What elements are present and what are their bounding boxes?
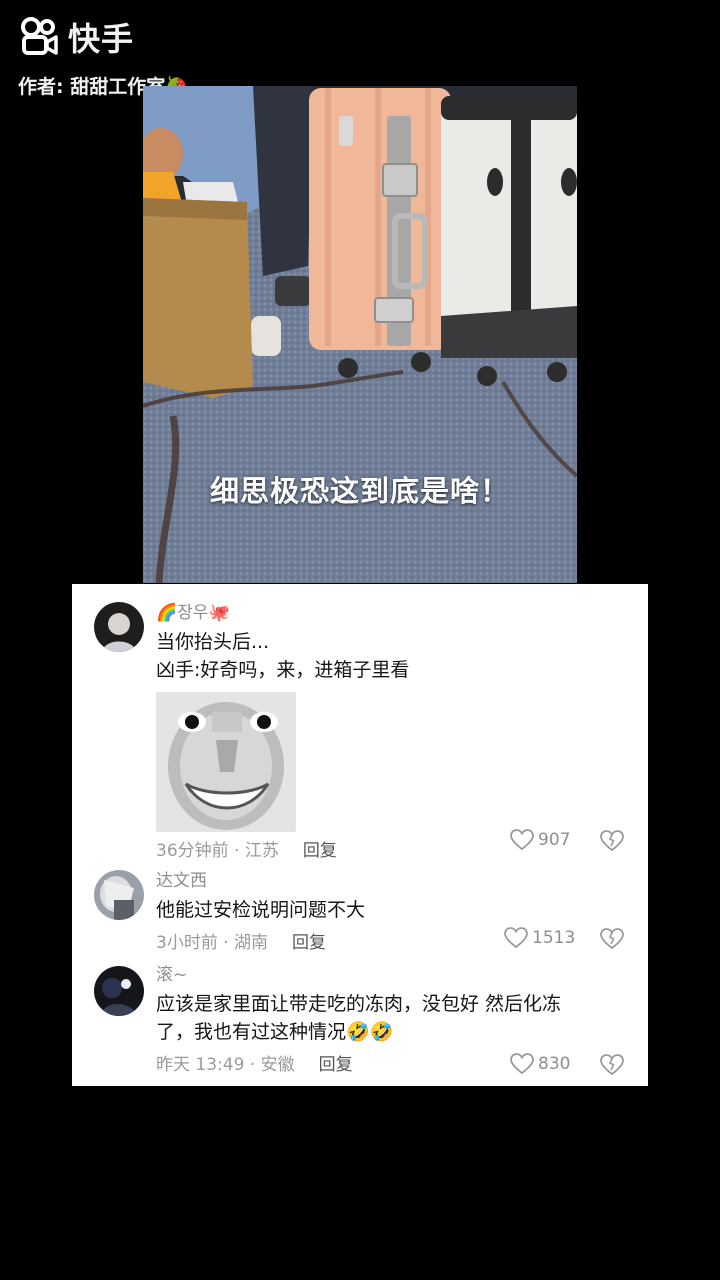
like-count: 907 [538, 830, 571, 850]
broken-heart-icon[interactable] [600, 928, 624, 950]
avatar[interactable] [94, 602, 144, 652]
comment-time-location: 36分钟前 · 江苏 [156, 840, 279, 861]
heart-outline-icon [510, 829, 534, 851]
comment-author[interactable]: 达文西 [156, 870, 628, 892]
like-button[interactable]: 830 [510, 1053, 570, 1075]
avatar[interactable] [94, 966, 144, 1016]
like-count: 1513 [532, 928, 576, 948]
comment-text-line: 凶手:好奇吗，来，进箱子里看 [156, 659, 410, 681]
kuaishou-logo-icon [21, 17, 58, 55]
comment-text-line: 应该是家里面让带走吃的冻肉，没包好 然后化冻 [156, 993, 562, 1015]
comment-author[interactable]: 滚~ [156, 964, 628, 986]
comment-author[interactable]: 🌈장우🐙 [156, 602, 628, 624]
like-button[interactable]: 907 [510, 829, 570, 851]
comment-card: 🌈장우🐙 当你抬头后... 凶手:好奇吗，来，进箱子里看 36分钟前 · 江苏 … [72, 584, 648, 1086]
comment-time-location: 3小时前 · 湖南 [156, 932, 269, 953]
like-button[interactable]: 1513 [504, 927, 575, 949]
heart-outline-icon [510, 1053, 534, 1075]
comment-text-line: 当你抬头后... [156, 631, 270, 653]
reply-button[interactable]: 回复 [292, 928, 326, 953]
broken-heart-icon[interactable] [600, 1054, 624, 1076]
video-frame[interactable]: 细思极恐这到底是啥！ [143, 86, 577, 583]
heart-outline-icon [504, 927, 528, 949]
kuaishou-logo: 快手 [18, 14, 134, 60]
avatar[interactable] [94, 870, 144, 920]
brand-name: 快手 [68, 20, 135, 58]
comment-image[interactable] [156, 692, 296, 832]
comment-time-location: 昨天 13:49 · 安徽 [156, 1054, 295, 1075]
broken-heart-icon[interactable] [600, 830, 624, 852]
reply-button[interactable]: 回复 [303, 836, 337, 861]
comment-text-line: 他能过安检说明问题不大 [156, 899, 366, 921]
comment-text-line: 了，我也有过这种情况🤣🤣 [156, 1021, 394, 1043]
reply-button[interactable]: 回复 [319, 1050, 353, 1075]
like-count: 830 [538, 1054, 571, 1074]
video-subtitle: 细思极恐这到底是啥！ [209, 474, 510, 508]
